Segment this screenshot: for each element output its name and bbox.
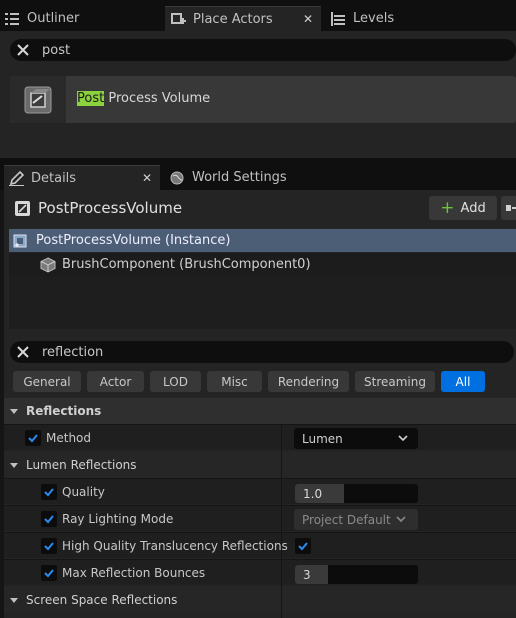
search-highlight: Post xyxy=(77,91,105,106)
clear-search-icon[interactable] xyxy=(10,43,36,57)
ray-lighting-value: Project Default xyxy=(302,512,391,527)
details-tab-bar: Details ✕ World Settings xyxy=(0,164,516,190)
filter-streaming-button[interactable]: Streaming xyxy=(355,371,435,392)
column-divider[interactable] xyxy=(281,452,282,618)
method-enable-checkbox[interactable] xyxy=(25,430,41,446)
tab-outliner[interactable]: Outliner xyxy=(4,6,164,31)
max-bounces-spinbox[interactable]: 3 xyxy=(295,565,418,584)
max-bounces-value: 3 xyxy=(303,568,311,582)
globe-icon xyxy=(169,170,185,186)
tab-place-actors-label: Place Actors xyxy=(193,11,273,27)
blueprint-icon xyxy=(506,205,516,211)
checkmark-icon xyxy=(44,515,54,524)
actor-result-post-process-volume[interactable]: Post Process Volume xyxy=(10,76,516,123)
filter-all-button[interactable]: All xyxy=(441,371,485,392)
category-screen-space-label: Screen Space Reflections xyxy=(26,593,178,607)
top-tab-bar: Outliner Place Actors ✕ Levels xyxy=(0,0,516,35)
close-icon[interactable]: ✕ xyxy=(303,12,313,26)
collapse-arrow-icon xyxy=(10,597,18,603)
filter-general-button[interactable]: General xyxy=(13,371,81,392)
hq-translucency-value-checkbox[interactable] xyxy=(295,538,311,554)
actor-name-title: PostProcessVolume xyxy=(38,199,183,217)
component-tree-area xyxy=(9,277,516,329)
tab-levels-label: Levels xyxy=(353,11,395,26)
details-search[interactable]: reflection xyxy=(10,341,514,363)
max-bounces-enable-checkbox[interactable] xyxy=(41,565,57,581)
chevron-down-icon xyxy=(396,516,406,523)
component-tree-child[interactable]: BrushComponent (BrushComponent0) xyxy=(9,253,516,277)
close-icon[interactable]: ✕ xyxy=(142,171,152,185)
method-dropdown[interactable]: Lumen xyxy=(294,428,418,449)
filter-rendering-button[interactable]: Rendering xyxy=(268,371,349,392)
blueprint-button[interactable] xyxy=(501,196,516,220)
tab-details-label: Details xyxy=(31,170,77,186)
ray-lighting-label: Ray Lighting Mode xyxy=(62,512,174,526)
collapse-arrow-icon xyxy=(10,408,18,414)
tab-place-actors[interactable]: Place Actors ✕ xyxy=(165,6,321,31)
checkmark-icon xyxy=(298,542,308,551)
collapse-arrow-icon xyxy=(10,462,18,468)
place-actors-icon xyxy=(170,11,186,27)
list-icon xyxy=(4,11,20,27)
filter-lod-button[interactable]: LOD xyxy=(150,371,201,392)
tab-outliner-label: Outliner xyxy=(27,11,80,26)
hq-translucency-label: High Quality Translucency Reflections xyxy=(62,539,288,553)
post-process-volume-icon xyxy=(10,76,66,123)
post-process-volume-actor-icon xyxy=(13,199,31,217)
checkmark-icon xyxy=(44,542,54,551)
checkmark-icon xyxy=(28,434,38,443)
property-row-quality: Quality 1.0 xyxy=(4,478,516,504)
method-label: Method xyxy=(46,431,92,445)
add-component-label: Add xyxy=(460,200,486,216)
add-component-button[interactable]: + Add xyxy=(429,196,497,220)
tab-world-settings[interactable]: World Settings xyxy=(169,165,319,190)
tab-levels[interactable]: Levels xyxy=(330,6,490,31)
actor-result-rest: Process Volume xyxy=(104,91,211,106)
category-lumen-reflections[interactable]: Lumen Reflections xyxy=(4,452,516,478)
actor-result-label: Post Process Volume xyxy=(77,91,210,106)
property-row-method: Method Lumen xyxy=(4,424,516,450)
brush-component-label: BrushComponent (BrushComponent0) xyxy=(62,257,311,272)
checkmark-icon xyxy=(44,488,54,497)
max-bounces-label: Max Reflection Bounces xyxy=(62,566,206,580)
quality-spinbox[interactable]: 1.0 xyxy=(295,484,418,503)
quality-enable-checkbox[interactable] xyxy=(41,484,57,500)
component-root-label: PostProcessVolume (Instance) xyxy=(36,233,231,248)
tab-world-settings-label: World Settings xyxy=(192,170,287,185)
ray-lighting-dropdown[interactable]: Project Default xyxy=(294,509,418,530)
property-row-ray-lighting-mode: Ray Lighting Mode Project Default xyxy=(4,505,516,531)
chevron-down-icon xyxy=(398,435,408,442)
category-lumen-reflections-label: Lumen Reflections xyxy=(26,458,137,472)
brush-component-icon xyxy=(40,257,56,277)
column-divider[interactable] xyxy=(281,424,282,452)
checkmark-icon xyxy=(44,569,54,578)
details-search-value: reflection xyxy=(42,344,104,360)
quality-label: Quality xyxy=(62,485,105,499)
method-value: Lumen xyxy=(302,431,343,446)
quality-value: 1.0 xyxy=(303,487,323,501)
place-actors-search-value: post xyxy=(42,42,71,58)
clear-search-icon[interactable] xyxy=(10,345,36,359)
ray-lighting-enable-checkbox[interactable] xyxy=(41,511,57,527)
component-tree-root[interactable]: PostProcessVolume (Instance) xyxy=(9,229,516,252)
hq-translucency-enable-checkbox[interactable] xyxy=(41,538,57,554)
category-reflections-label: Reflections xyxy=(26,404,102,418)
filter-actor-button[interactable]: Actor xyxy=(87,371,144,392)
property-row-hq-translucency: High Quality Translucency Reflections xyxy=(4,532,516,558)
category-screen-space-reflections[interactable]: Screen Space Reflections xyxy=(4,587,516,613)
filter-misc-button[interactable]: Misc xyxy=(207,371,262,392)
component-root-icon xyxy=(13,233,29,253)
tab-details[interactable]: Details ✕ xyxy=(4,165,160,190)
property-row-max-bounces: Max Reflection Bounces 3 xyxy=(4,559,516,585)
category-reflections[interactable]: Reflections xyxy=(4,398,516,424)
place-actors-search[interactable]: post xyxy=(10,39,516,61)
levels-icon xyxy=(330,11,346,27)
pencil-icon xyxy=(8,170,24,186)
max-bounces-fill xyxy=(295,565,329,584)
plus-icon: + xyxy=(440,197,455,218)
